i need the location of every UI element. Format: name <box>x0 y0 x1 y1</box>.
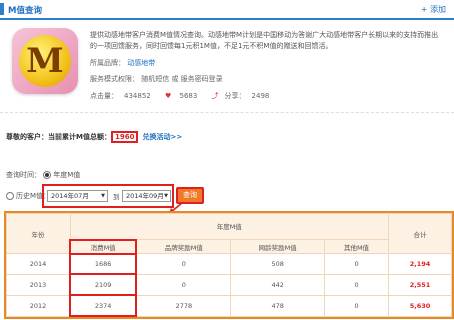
cell-brand: 2778 <box>135 294 232 317</box>
brand-row: 所属品牌： 动感地带 <box>90 58 155 68</box>
col-consume-header: 消费M值 <box>68 238 138 255</box>
clicks-label: 点击量： <box>90 92 118 100</box>
share-value: 2498 <box>251 92 270 100</box>
heart-icon[interactable]: ♥ <box>165 92 171 100</box>
page-title: M值查询 <box>8 6 42 16</box>
col-year-header: 年份 <box>6 213 71 254</box>
chevron-down-icon: ▼ <box>164 193 168 199</box>
exchange-link[interactable]: 兑换活动>> <box>142 133 182 141</box>
end-month-value: 2014年09月 <box>126 192 164 200</box>
query-time-label: 查询时间： <box>6 171 41 179</box>
cell-total: 5,630 <box>388 294 452 317</box>
cell-other: 0 <box>324 294 389 317</box>
add-button[interactable]: + 添加 <box>421 4 446 15</box>
table-row: 2012 2374 2778 478 0 5,630 <box>6 294 452 317</box>
header-accent <box>0 3 4 15</box>
end-month-select[interactable]: 2014年09月 ▼ <box>122 190 171 202</box>
cell-consume: 1686 <box>68 252 138 276</box>
start-month-select[interactable]: 2014年07月 ▼ <box>47 190 108 202</box>
radio-history[interactable] <box>6 192 14 200</box>
mode-value: 随机短信 或 服务密码登录 <box>141 75 223 83</box>
query-time-row: 查询时间： 年度M值 <box>6 170 80 180</box>
cell-total: 2,551 <box>388 273 452 296</box>
share-label: 分享： <box>224 92 246 100</box>
cell-other: 0 <box>324 273 389 296</box>
table-row: 2014 1686 0 508 0 2,194 <box>6 252 452 276</box>
mode-label: 服务模式权限： <box>90 75 139 83</box>
mode-row: 服务模式权限： 随机短信 或 服务密码登录 <box>90 74 223 84</box>
cell-total: 2,194 <box>388 253 452 275</box>
cell-year: 2012 <box>6 294 71 317</box>
cell-network: 508 <box>230 253 326 275</box>
col-network-header: 网龄奖励M值 <box>230 239 326 254</box>
cell-other: 0 <box>324 253 389 275</box>
page-header: M值查询 + 添加 <box>0 0 454 20</box>
app-logo: M <box>12 28 78 94</box>
likes-value: 5683 <box>179 92 198 100</box>
share-icon[interactable]: ⤴ <box>212 92 219 100</box>
start-month-value: 2014年07月 <box>51 192 89 200</box>
cell-consume: 2374 <box>68 294 138 317</box>
brand-link[interactable]: 动感地带 <box>127 59 155 67</box>
divider <box>0 112 454 113</box>
col-brand-header: 品牌奖励M值 <box>135 239 232 254</box>
total-m-value: 1960 <box>110 131 139 143</box>
stats-row: 点击量： 434852 ♥ 5683 ⤴ 分享： 2498 <box>90 91 281 101</box>
m-logo-icon: M <box>19 35 71 87</box>
col-other-header: 其他M值 <box>324 239 389 254</box>
clicks-value: 434852 <box>124 92 151 100</box>
month-range-selector: 2014年07月 ▼ 到 2014年09月 ▼ <box>42 184 174 208</box>
summary-prefix: 尊敬的客户：当前累计M值总额： <box>6 133 111 141</box>
service-description: 提供动感地带客户消费M值情况查询。动感地带M计划是中国移动为答谢广大动感地带客户… <box>90 31 439 50</box>
group-header: 年度M值 <box>69 213 389 240</box>
radio-year-label: 年度M值 <box>53 171 81 179</box>
cell-network: 442 <box>230 273 326 296</box>
chevron-down-icon: ▼ <box>101 193 105 199</box>
radio-year[interactable] <box>43 171 52 179</box>
cell-brand: 0 <box>135 253 232 275</box>
table-row: 2013 2109 0 442 0 2,551 <box>6 273 452 297</box>
cell-brand: 0 <box>135 273 232 296</box>
brand-label: 所属品牌： <box>90 59 125 67</box>
summary-line: 尊敬的客户：当前累计M值总额： 1960 兑换活动>> <box>6 131 182 143</box>
cell-network: 478 <box>230 294 326 317</box>
cell-year: 2014 <box>6 253 71 275</box>
col-total-header: 合计 <box>388 213 452 254</box>
to-label: 到 <box>113 193 120 201</box>
cell-consume: 2109 <box>68 273 138 297</box>
cell-year: 2013 <box>6 273 71 296</box>
m-value-table: 年份 年度M值 合计 消费M值 品牌奖励M值 网龄奖励M值 其他M值 2014 … <box>4 211 454 319</box>
